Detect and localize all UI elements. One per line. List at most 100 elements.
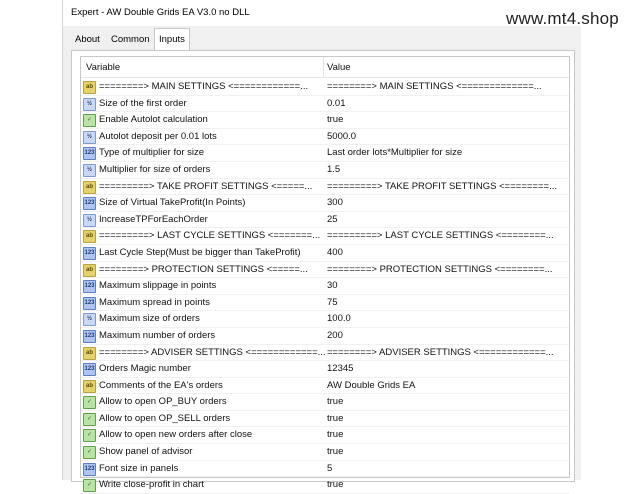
int-icon: 123 [83,280,96,294]
row-variable: Maximum size of orders [99,313,200,325]
string-icon: ab [83,263,96,277]
table-row[interactable]: ab Comments of the EA's orders AW Double G… [81,378,569,395]
table-row[interactable]: ab ========> MAIN SETTINGS <============.… [81,79,569,96]
row-value[interactable]: 25 [327,212,338,228]
row-value[interactable]: true [327,112,343,128]
table-row[interactable]: ½ IncreaseTPForEachOrder 25 [81,212,569,229]
int-icon: 123 [83,329,96,343]
row-value[interactable]: 5 [327,461,332,477]
table-row[interactable]: 123 Last Cycle Step(Must be bigger than T… [81,245,569,262]
table-row[interactable]: ✓ Allow to open OP_BUY orders true [81,394,569,411]
table-row[interactable]: ✓ Show panel of advisor true [81,444,569,461]
row-value[interactable]: 1.5 [327,162,340,178]
int-icon: 123 [83,363,96,377]
table-row[interactable]: ab ========> PROTECTION SETTINGS <=====..… [81,262,569,279]
table-row[interactable]: 123 Font size in panels 5 [81,461,569,478]
row-value[interactable]: 12345 [327,361,353,377]
row-variable: Font size in panels [99,462,179,474]
row-value[interactable]: Last order lots*Multiplier for size [327,145,462,161]
table-row[interactable]: ½ Autolot deposit per 0.01 lots 5000.0 [81,129,569,146]
row-variable: ========> PROTECTION SETTINGS <=====... [99,263,308,275]
row-value[interactable]: 30 [327,278,338,294]
row-value[interactable]: 100.0 [327,311,351,327]
table-row[interactable]: 123 Type of multiplier for size Last order… [81,145,569,162]
double-icon: ½ [83,130,96,144]
row-variable: Maximum slippage in points [99,280,217,292]
row-value[interactable]: 0.01 [327,96,346,112]
row-variable: Show panel of advisor [99,446,193,458]
row-variable: ========> ADVISER SETTINGS <============… [99,346,326,358]
table-row[interactable]: ✓ Allow to open OP_SELL orders true [81,411,569,428]
table-row[interactable]: 123 Maximum number of orders 200 [81,328,569,345]
bool-icon: ✓ [83,479,96,493]
row-variable: Maximum number of orders [99,329,216,341]
background-left [0,0,62,480]
row-value[interactable]: true [327,411,343,427]
row-variable: Multiplier for size of orders [99,163,211,175]
row-variable: Comments of the EA's orders [99,379,223,391]
string-icon: ab [83,379,96,393]
table-row[interactable]: 123 Maximum spread in points 75 [81,295,569,312]
watermark-text: www.mt4.shop [506,9,619,28]
row-value[interactable]: true [327,444,343,460]
column-divider[interactable] [323,57,324,77]
table-row[interactable]: ✓ Allow to open new orders after close tru… [81,427,569,445]
row-value[interactable]: 200 [327,328,343,344]
double-icon: ½ [83,163,96,177]
double-icon: ½ [83,97,96,111]
window-title: Expert - AW Double Grids EA V3.0 no DLL [71,7,250,18]
string-icon: ab [83,346,96,360]
string-icon: ab [83,180,96,194]
row-value[interactable]: AW Double Grids EA [327,378,415,394]
row-variable: Maximum spread in points [99,296,210,308]
bool-icon: ✓ [83,114,96,128]
row-value[interactable]: 5000.0 [327,129,356,145]
row-value[interactable]: 75 [327,295,338,311]
row-variable: Last Cycle Step(Must be bigger than Take… [99,246,301,258]
string-icon: ab [83,81,96,94]
row-value[interactable]: 300 [327,195,343,211]
row-value[interactable]: =========> LAST CYCLE SETTINGS <========… [327,228,554,244]
int-icon: 123 [83,246,96,260]
table-row[interactable]: 123 Orders Magic number 12345 [81,361,569,378]
row-variable: Autolot deposit per 0.01 lots [99,130,217,142]
table-row[interactable]: 123 Size of Virtual TakeProfit(In Points)… [81,195,569,212]
title-bar: Expert - AW Double Grids EA V3.0 no DLL [63,0,581,26]
tab-about[interactable]: About [71,30,104,50]
table-row[interactable]: 123 Maximum slippage in points 30 [81,278,569,295]
row-variable: IncreaseTPForEachOrder [99,213,208,225]
table-row[interactable]: ½ Size of the first order 0.01 [81,96,569,113]
table-row[interactable]: ab =========> LAST CYCLE SETTINGS <======… [81,228,569,245]
row-value[interactable]: ========> MAIN SETTINGS <=============..… [327,79,542,95]
inputs-table: Variable Value ab ========> MAIN SETTINGS… [80,56,570,494]
table-row[interactable]: ✓ Enable Autolot calculation true [81,112,569,129]
tab-inputs[interactable]: Inputs [154,28,190,51]
row-value[interactable]: ========> PROTECTION SETTINGS <========.… [327,262,552,278]
bool-icon: ✓ [83,446,96,460]
row-value[interactable]: true [327,394,343,410]
int-icon: 123 [83,462,96,476]
row-variable: Type of multiplier for size [99,147,205,159]
table-row[interactable]: ab =========> TAKE PROFIT SETTINGS <=====… [81,179,569,196]
table-body: ab ========> MAIN SETTINGS <============.… [81,79,569,494]
string-icon: ab [83,230,96,244]
double-icon: ½ [83,313,96,327]
row-value[interactable]: ========> ADVISER SETTINGS <============… [327,345,554,361]
column-header-value[interactable]: Value [327,62,351,73]
row-value[interactable]: =========> TAKE PROFIT SETTINGS <=======… [327,179,557,195]
column-header-variable[interactable]: Variable [86,62,120,73]
table-row[interactable]: ½ Maximum size of orders 100.0 [81,311,569,328]
table-row[interactable]: ab ========> ADVISER SETTINGS <==========… [81,345,569,362]
expert-properties-window: Expert - AW Double Grids EA V3.0 no DLL … [62,0,619,494]
row-variable: Allow to open new orders after close [99,429,253,441]
table-row[interactable]: ½ Multiplier for size of orders 1.5 [81,162,569,179]
double-icon: ½ [83,213,96,227]
int-icon: 123 [83,296,96,310]
row-value[interactable]: 400 [327,245,343,261]
bool-icon: ✓ [83,396,96,410]
row-variable: Size of the first order [99,97,187,109]
row-variable: Allow to open OP_SELL orders [99,412,231,424]
row-variable: Allow to open OP_BUY orders [99,396,227,408]
row-value[interactable]: true [327,427,343,443]
tab-common[interactable]: Common [107,30,154,50]
